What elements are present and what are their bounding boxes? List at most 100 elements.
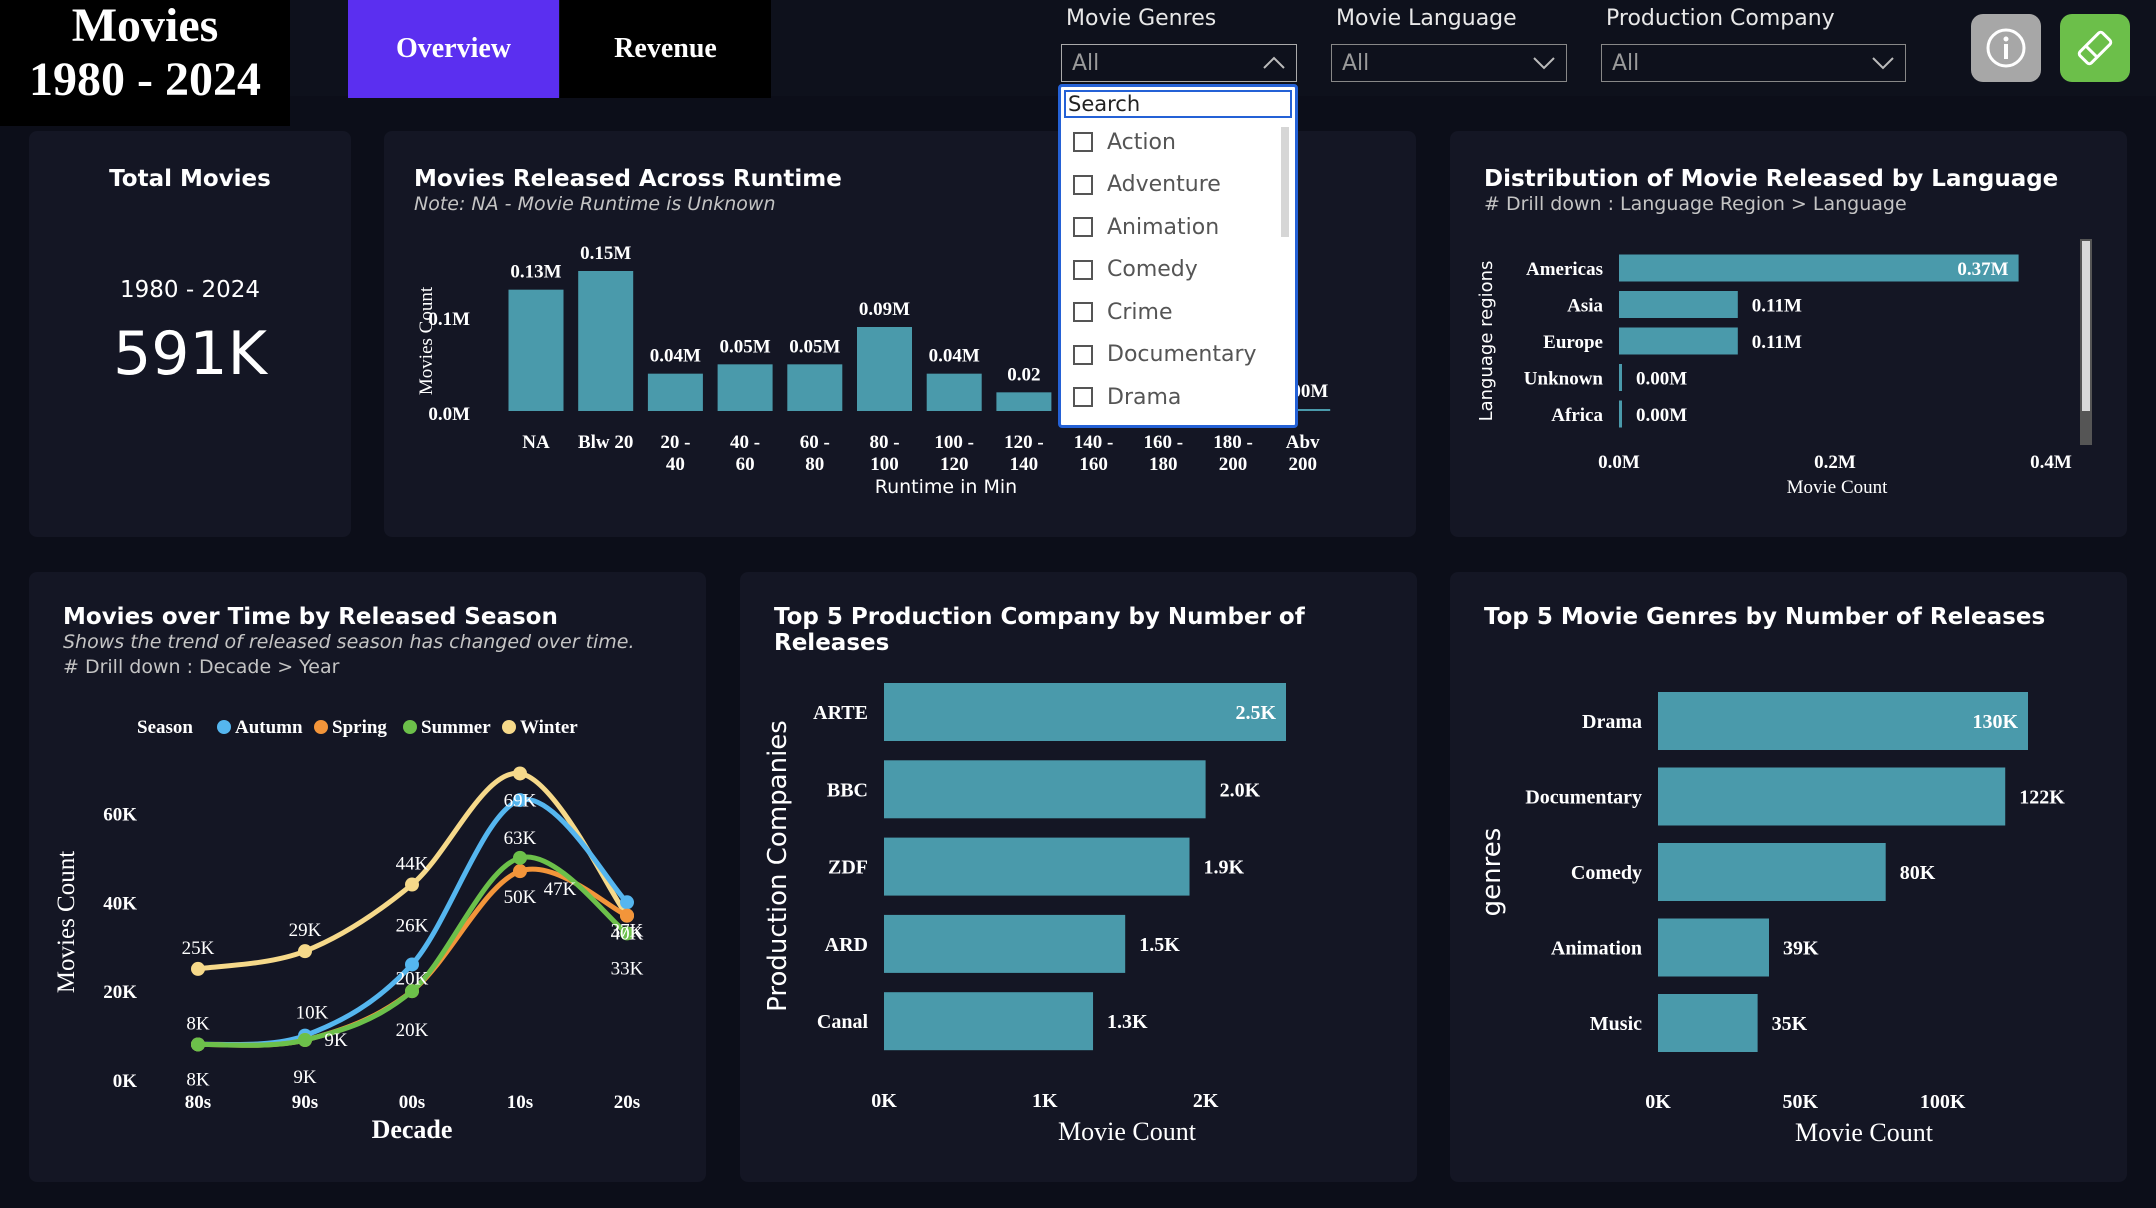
genre-option-label: Comedy bbox=[1107, 257, 1198, 283]
genre-option[interactable]: Documentary bbox=[1061, 334, 1295, 377]
genre-option[interactable]: Action bbox=[1061, 121, 1295, 164]
language-data-label: 0.00M bbox=[1636, 405, 1687, 426]
checkbox[interactable] bbox=[1073, 132, 1093, 153]
season-data-label: 25K bbox=[182, 938, 215, 959]
season-x-tick: 80s bbox=[185, 1092, 211, 1113]
runtime-x-tick: Blw 20 bbox=[578, 432, 633, 453]
checkbox[interactable] bbox=[1073, 344, 1093, 365]
language-bar bbox=[1619, 291, 1738, 318]
chevron-down-icon bbox=[1872, 57, 1894, 70]
genre-options-list: Action Adventure Animation Comedy Crime Docum… bbox=[1061, 121, 1295, 419]
season-x-tick: 90s bbox=[292, 1092, 318, 1113]
genre-option[interactable]: Comedy bbox=[1061, 249, 1295, 292]
season-data-label: 63K bbox=[504, 828, 537, 849]
runtime-bar bbox=[787, 364, 843, 411]
season-y-tick: 0K bbox=[113, 1071, 138, 1092]
season-data-label: 8K bbox=[186, 1013, 210, 1034]
language-scrollbar[interactable] bbox=[2080, 239, 2092, 445]
production-category-label: ARD bbox=[825, 934, 868, 956]
genres-data-label: 130K bbox=[1972, 711, 2018, 733]
season-x-tick: 10s bbox=[507, 1092, 533, 1113]
total-movies-range: 1980 - 2024 bbox=[120, 277, 260, 303]
genre-dropdown-scrollbar[interactable] bbox=[1281, 127, 1289, 237]
production-data-label: 2.0K bbox=[1220, 779, 1261, 801]
language-data-label: 0.37M bbox=[1957, 259, 2008, 280]
genres-data-label: 122K bbox=[2019, 787, 2065, 809]
runtime-x-tick: 160 - bbox=[1144, 432, 1184, 453]
season-legend-dot bbox=[403, 720, 417, 734]
language-category-label: Americas bbox=[1526, 259, 1603, 280]
runtime-x-tick: 120 bbox=[940, 454, 969, 475]
season-chart: Season Autumn Spring Summer Winter 0K 20K 40K 60… bbox=[53, 717, 644, 1144]
clear-filters-button[interactable] bbox=[2060, 14, 2130, 82]
filter-genres-label: Movie Genres bbox=[1066, 6, 1217, 31]
season-x-axis-label: Decade bbox=[372, 1115, 453, 1144]
runtime-x-tick: 160 bbox=[1079, 454, 1108, 475]
genre-search-input[interactable]: Search bbox=[1064, 90, 1292, 118]
runtime-data-label: 0.13M bbox=[510, 262, 561, 283]
runtime-data-label: 0.04M bbox=[650, 346, 701, 367]
chevron-up-icon bbox=[1263, 56, 1285, 69]
runtime-bar bbox=[857, 327, 912, 411]
season-y-tick: 60K bbox=[103, 804, 137, 825]
filter-genres-value: All bbox=[1072, 50, 1100, 76]
genres-data-label: 80K bbox=[1900, 862, 1936, 884]
language-category-label: Africa bbox=[1551, 405, 1603, 426]
runtime-x-tick: 60 bbox=[736, 454, 755, 475]
genres-category-label: Music bbox=[1590, 1013, 1642, 1035]
season-legend-dot bbox=[217, 720, 231, 734]
language-card: Distribution of Movie Released by Langua… bbox=[1450, 131, 2127, 537]
filter-company-select[interactable]: All bbox=[1601, 44, 1906, 82]
genre-option[interactable]: Adventure bbox=[1061, 164, 1295, 207]
checkbox[interactable] bbox=[1073, 302, 1093, 323]
season-legend-dot bbox=[314, 720, 328, 734]
genre-option-label: Animation bbox=[1107, 214, 1220, 240]
report-title: Movies 1980 - 2024 bbox=[0, 0, 290, 126]
report-title-line1: Movies bbox=[71, 0, 219, 52]
runtime-bar bbox=[647, 373, 703, 411]
genre-dropdown-panel: Search Action Adventure Animation Comedy Cri… bbox=[1058, 84, 1298, 428]
filter-company-value: All bbox=[1612, 50, 1640, 76]
runtime-x-tick: 40 - bbox=[730, 432, 760, 453]
genre-option-label: Drama bbox=[1107, 384, 1182, 410]
runtime-x-tick: NA bbox=[522, 432, 550, 453]
genre-option-label: Crime bbox=[1107, 299, 1173, 325]
season-data-label: 20K bbox=[396, 968, 429, 989]
total-movies-value: 591K bbox=[113, 319, 267, 389]
season-y-axis-label: Movies Count bbox=[53, 851, 80, 993]
report-title-line2: 1980 - 2024 bbox=[29, 53, 261, 106]
season-legend-label: Summer bbox=[421, 717, 491, 738]
checkbox[interactable] bbox=[1073, 387, 1093, 408]
language-category-label: Europe bbox=[1543, 332, 1603, 353]
genres-chart: Drama 130K Documentary 122K Comedy 80K Animati… bbox=[1477, 692, 2065, 1147]
genres-bar bbox=[1658, 994, 1758, 1052]
production-card: Top 5 Production Company by Number of Re… bbox=[740, 572, 1417, 1182]
season-legend-dot bbox=[502, 720, 516, 734]
genre-option[interactable]: Drama bbox=[1061, 376, 1295, 419]
production-y-axis-label: Production Companies bbox=[763, 720, 793, 1012]
checkbox[interactable] bbox=[1073, 259, 1093, 280]
genre-option[interactable]: Crime bbox=[1061, 291, 1295, 334]
production-data-label: 2.5K bbox=[1235, 702, 1276, 724]
season-data-label: 8K bbox=[186, 1069, 210, 1090]
checkbox[interactable] bbox=[1073, 217, 1093, 238]
filter-genres-select[interactable]: All bbox=[1061, 44, 1297, 82]
info-button[interactable] bbox=[1971, 14, 2041, 82]
checkbox[interactable] bbox=[1073, 174, 1093, 195]
tab-overview[interactable]: Overview bbox=[348, 0, 559, 98]
genre-option-label: Documentary bbox=[1107, 342, 1257, 368]
runtime-x-tick: 40 bbox=[666, 454, 685, 475]
runtime-bar bbox=[717, 364, 773, 411]
genres-category-label: Comedy bbox=[1571, 862, 1642, 884]
season-data-label: 33K bbox=[611, 958, 644, 979]
language-bar bbox=[1619, 400, 1622, 428]
season-data-label: 44K bbox=[396, 854, 429, 875]
language-scrollbar-thumb[interactable] bbox=[2082, 241, 2090, 411]
season-x-tick: 20s bbox=[614, 1092, 640, 1113]
season-data-label: 9K bbox=[324, 1030, 348, 1051]
tab-revenue[interactable]: Revenue bbox=[560, 0, 771, 98]
filter-language-select[interactable]: All bbox=[1331, 44, 1567, 82]
genres-data-label: 35K bbox=[1772, 1013, 1808, 1035]
genre-option[interactable]: Animation bbox=[1061, 206, 1295, 249]
language-chart: Americas 0.37M Asia 0.11M Europe 0.11M Unknown… bbox=[1476, 254, 2072, 498]
